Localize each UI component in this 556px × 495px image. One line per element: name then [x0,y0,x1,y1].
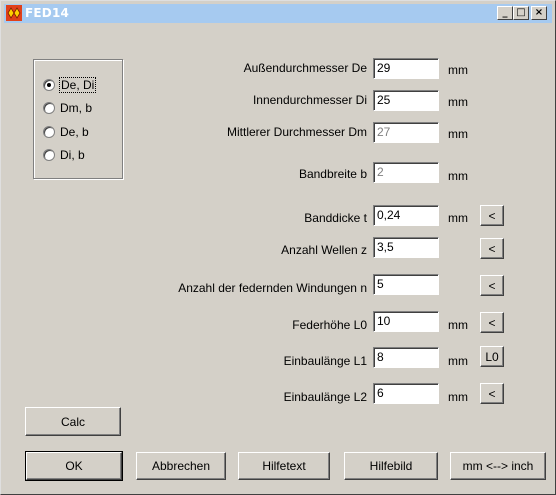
radio-label: Di, b [60,148,85,162]
maximize-button[interactable]: □ [513,6,529,20]
minimize-button[interactable]: _ [497,6,513,20]
band-thickness-label: Banddicke t [304,211,367,225]
unit-toggle-button[interactable]: mm <--> inch [450,452,546,480]
install-length-l2-arrow-button[interactable]: < [480,383,504,404]
radio-dm-b[interactable]: Dm, b [43,100,92,116]
calc-button[interactable]: Calc [25,407,121,436]
spring-height-arrow-button[interactable]: < [480,312,504,333]
inner-diameter-label: Innendurchmesser Di [252,93,367,107]
close-icon: × [534,7,544,18]
install-length-l1-label: Einbaulänge L1 [283,354,367,368]
radio-button-icon[interactable] [43,126,55,138]
outer-diameter-label: Außendurchmesser De [243,61,367,75]
install-length-l2-label: Einbaulänge L2 [283,390,367,404]
help-image-button[interactable]: Hilfebild [344,452,438,480]
spring-turns-input[interactable]: 5 [373,274,439,295]
inner-diameter-input[interactable]: 25 [373,90,439,111]
install-length-l2-input[interactable]: 6 [373,383,439,404]
spring-height-unit: mm [448,318,468,332]
inner-diameter-unit: mm [448,95,468,109]
spring-height-label: Federhöhe L0 [292,318,367,332]
radio-di-b[interactable]: Di, b [43,147,85,163]
fed14-window: FED14 _ □ × De, Di Dm, b De, b Di, b Auß… [0,0,556,495]
radio-label: De, b [60,125,89,139]
minimize-icon: _ [502,7,508,18]
spring-height-input[interactable]: 10 [373,311,439,332]
wave-count-label: Anzahl Wellen z [281,243,367,257]
band-width-unit: mm [448,169,468,183]
install-length-l0-button[interactable]: L0 [480,346,504,367]
install-length-l1-unit: mm [448,354,468,368]
radio-button-icon[interactable] [43,102,55,114]
mean-diameter-unit: mm [448,127,468,141]
close-button[interactable]: × [531,6,547,20]
ok-button[interactable]: OK [25,451,123,481]
radio-label: Dm, b [60,101,93,115]
spring-turns-label: Anzahl der federnden Windungen n [178,281,367,295]
app-icon [6,5,22,21]
window-title: FED14 [25,6,70,20]
radio-button-icon[interactable] [43,149,55,161]
band-width-label: Bandbreite b [298,167,367,181]
radio-de-di[interactable]: De, Di [43,77,97,93]
band-thickness-arrow-button[interactable]: < [480,205,504,226]
radio-button-icon[interactable] [43,79,55,91]
radio-de-b[interactable]: De, b [43,124,89,140]
wave-count-arrow-button[interactable]: < [480,238,504,259]
outer-diameter-unit: mm [448,63,468,77]
outer-diameter-input[interactable]: 29 [373,58,439,79]
maximize-icon: □ [516,7,526,18]
mean-diameter-input: 27 [373,122,439,143]
radio-label: De, Di [58,77,97,93]
cancel-button[interactable]: Abbrechen [136,452,226,480]
band-thickness-unit: mm [448,211,468,225]
band-width-input: 2 [373,162,439,183]
band-thickness-input[interactable]: 0,24 [373,205,439,226]
title-bar[interactable]: FED14 _ □ × [4,4,552,23]
install-length-l2-unit: mm [448,390,468,404]
mean-diameter-label: Mittlerer Durchmesser Dm [226,125,367,139]
help-text-button[interactable]: Hilfetext [238,452,330,480]
spring-turns-arrow-button[interactable]: < [480,275,504,296]
wave-count-input[interactable]: 3,5 [373,237,439,258]
install-length-l1-input[interactable]: 8 [373,347,439,368]
